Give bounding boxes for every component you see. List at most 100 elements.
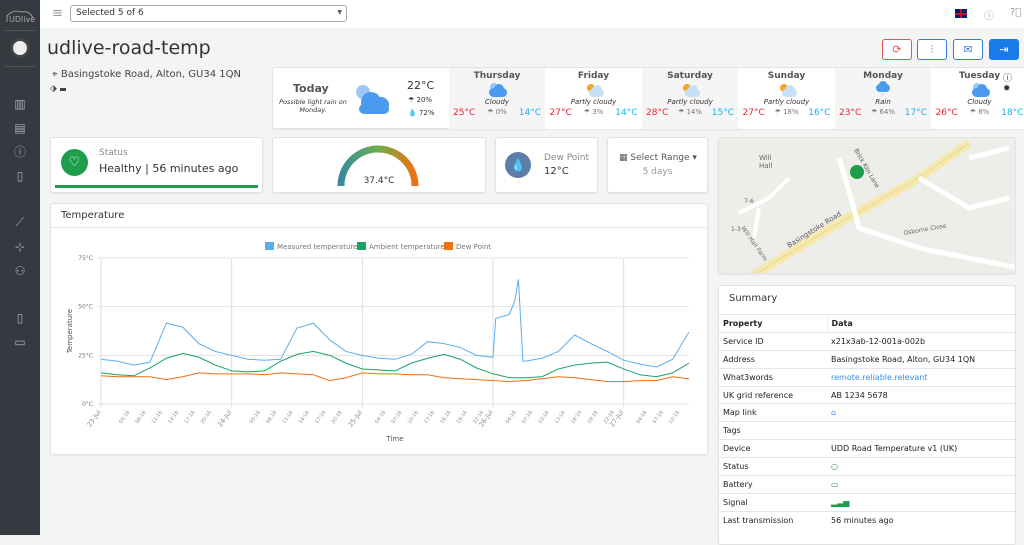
table-row: Status○	[719, 458, 1015, 476]
help-icon[interactable]: ?⃝	[1010, 7, 1021, 18]
header-property: Property	[719, 315, 827, 333]
row-property: Signal	[719, 493, 827, 511]
x-tick-label: 10:16	[407, 410, 420, 425]
precip-value: 64%	[879, 108, 895, 116]
svg-text:Osborne Close: Osborne Close	[903, 222, 947, 236]
y-tick-label: 75°C	[78, 255, 93, 262]
x-tick-label: 08:16	[265, 410, 278, 425]
signal-icon: ▂▃▅	[827, 493, 1015, 511]
temperature-card: Temperature 0°C 25°C 50°C 75°C 23-Jul 05:16 08…	[50, 203, 708, 455]
battery-icon: ▭	[827, 476, 1015, 494]
x-tick-label: 04:16	[374, 410, 387, 425]
sun-cloud-icon	[739, 81, 835, 97]
legend-label: Ambient temperature	[369, 243, 445, 251]
info-icon[interactable]: ⓘ	[984, 7, 994, 22]
settings-button[interactable]: ⫶	[917, 39, 947, 60]
row-value[interactable]: remote.reliable.relevant	[827, 368, 1015, 386]
svg-text:7-6: 7-6	[744, 198, 754, 205]
day-desc: Cloudy	[932, 98, 1024, 106]
x-tick-label: 07:16	[390, 410, 403, 425]
day-precip: ☂ 18%	[774, 108, 798, 118]
y-axis-label: Temperature	[66, 309, 74, 354]
x-tick-label: 17:16	[314, 410, 327, 425]
x-tick-label: 04:16	[505, 410, 518, 425]
x-tick-label: 19:16	[456, 410, 469, 425]
x-tick-label: 19:16	[586, 410, 599, 425]
day-low: 18°C	[1001, 108, 1023, 118]
row-property: Device	[719, 440, 827, 458]
forecast-day: SundayPartly cloudy27°C☂ 18%16°C	[739, 68, 835, 129]
rain-icon: *	[835, 81, 931, 97]
status-circle-icon: ○	[827, 458, 1015, 476]
day-high: 26°C	[936, 108, 958, 118]
y-tick-label: 25°C	[78, 352, 93, 359]
svg-text:Hall: Hall	[759, 162, 772, 170]
x-tick-label: 14:16	[298, 410, 311, 425]
forecast-day: Monday*Rain23°C☂ 64%17°C	[835, 68, 931, 129]
series-line-measured-temperature	[101, 279, 689, 367]
x-tick-label: 24-Jul	[216, 408, 233, 428]
row-property: Map link	[719, 404, 827, 422]
row-property: Status	[719, 458, 827, 476]
table-row: Last transmission56 minutes ago	[719, 511, 1015, 529]
table-row: Battery▭	[719, 476, 1015, 494]
svg-text:Will: Will	[759, 154, 772, 162]
x-tick-label: 11:16	[281, 410, 294, 425]
weather-settings-icon[interactable]: ✹	[1003, 84, 1011, 94]
x-tick-label: 04:16	[635, 410, 648, 425]
table-row: UK grid referenceAB 1234 5678	[719, 386, 1015, 404]
legend-swatch	[444, 242, 453, 250]
day-low: 17°C	[905, 108, 927, 118]
table-row: Signal▂▃▅	[719, 493, 1015, 511]
svg-text:*: *	[881, 93, 884, 97]
table-row: Tags	[719, 422, 1015, 440]
row-property: Address	[719, 350, 827, 368]
day-high: 27°C	[743, 108, 765, 118]
map[interactable]: WillHall Brick Kiln Lane 7-6 Will Hall F…	[718, 137, 1016, 274]
precip-value: 8%	[978, 108, 989, 116]
day-low: 16°C	[808, 108, 830, 118]
legend-swatch	[265, 242, 274, 250]
x-tick-label: 20:16	[330, 410, 343, 425]
x-tick-label: 10:16	[537, 410, 550, 425]
series-line-dew-point	[101, 373, 689, 382]
y-tick-label: 0°C	[82, 401, 93, 408]
legend-label: Dew Point	[456, 243, 491, 251]
day-low: 15°C	[712, 108, 734, 118]
x-tick-label: 05:16	[118, 410, 131, 425]
table-row: Map link⌂	[719, 404, 1015, 422]
row-value: x21x3ab-12-001a-002b	[827, 332, 1015, 350]
email-button[interactable]: ✉	[953, 39, 983, 60]
map-roads: WillHall Brick Kiln Lane 7-6 Will Hall F…	[719, 138, 1016, 274]
legend-label: Measured temperature	[277, 243, 357, 251]
x-tick-label: 17:16	[183, 410, 196, 425]
x-axis-label: Time	[385, 435, 403, 443]
y-tick-label: 50°C	[78, 304, 93, 311]
x-tick-label: 23-Jul	[85, 408, 102, 428]
refresh-button[interactable]: ⟳	[882, 39, 912, 60]
x-tick-label: 07:16	[521, 410, 534, 425]
precip-value: 18%	[783, 108, 799, 116]
export-button[interactable]: ⇥	[989, 39, 1019, 60]
row-value: UDD Road Temperature v1 (UK)	[827, 440, 1015, 458]
x-tick-label: 16:16	[570, 410, 583, 425]
x-tick-label: 11:16	[151, 410, 164, 425]
day-precip: ☂ 64%	[871, 108, 895, 118]
summary-table: PropertyDataService IDx21x3ab-12-001a-00…	[719, 314, 1015, 529]
header-data: Data	[827, 315, 1015, 333]
uk-flag-icon[interactable]	[955, 9, 967, 18]
row-property: Service ID	[719, 332, 827, 350]
day-name: Monday	[835, 71, 931, 81]
row-value: Basingstoke Road, Alton, GU34 1QN	[827, 350, 1015, 368]
map-link-icon[interactable]: ⌂	[827, 404, 1015, 422]
day-desc: Partly cloudy	[739, 98, 835, 106]
row-property: UK grid reference	[719, 386, 827, 404]
svg-text:1-3: 1-3	[731, 226, 741, 233]
x-tick-label: 07:16	[652, 410, 665, 425]
temperature-chart: 0°C25°C50°C75°C23-Jul05:1608:1611:1614:1…	[1, 1, 709, 456]
table-row: What3wordsremote.reliable.relevant	[719, 368, 1015, 386]
info-icon[interactable]: ⓘ	[1003, 71, 1012, 84]
card-title: Summary	[729, 293, 777, 304]
x-tick-label: 16:16	[439, 410, 452, 425]
row-value: AB 1234 5678	[827, 386, 1015, 404]
